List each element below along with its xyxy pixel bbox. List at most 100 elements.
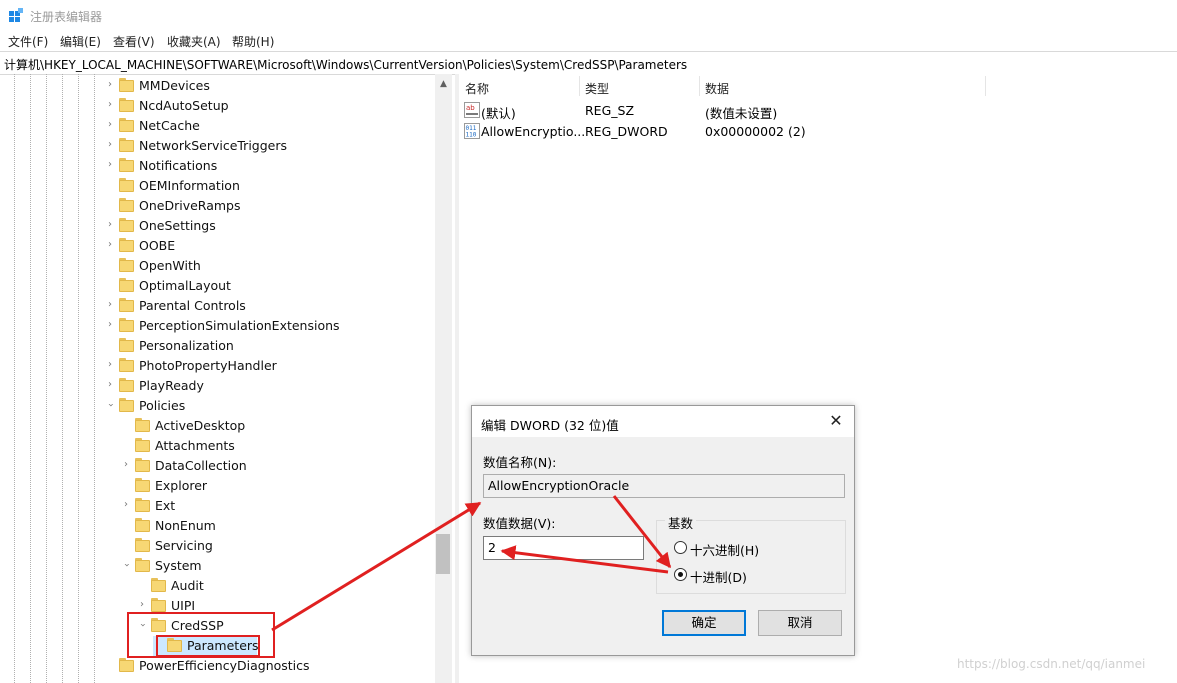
expand-arrow-icon[interactable]: ›	[105, 140, 115, 150]
folder-icon	[119, 358, 134, 372]
window-title: 注册表编辑器	[30, 10, 103, 24]
expand-arrow-icon[interactable]: ›	[121, 460, 131, 470]
column-divider[interactable]	[985, 76, 986, 96]
edit-dword-dialog[interactable]: 编辑 DWORD (32 位)值 ✕ 数值名称(N): AllowEncrypt…	[471, 405, 855, 656]
folder-icon	[119, 298, 134, 312]
tree-node-label: OneDriveRamps	[139, 198, 241, 213]
folder-icon	[119, 378, 134, 392]
regedit-app-icon	[9, 8, 23, 22]
address-path[interactable]: 计算机\HKEY_LOCAL_MACHINE\SOFTWARE\Microsof…	[4, 56, 687, 73]
folder-icon	[119, 98, 134, 112]
tree-node-label: NetworkServiceTriggers	[139, 138, 288, 153]
menu-file[interactable]: 文件(F)	[8, 33, 48, 50]
menu-help[interactable]: 帮助(H)	[232, 33, 274, 50]
hex-radio[interactable]	[674, 541, 687, 554]
expand-arrow-icon[interactable]: ›	[105, 220, 115, 230]
folder-icon	[151, 598, 166, 612]
dec-radio-label[interactable]: 十进制(D)	[690, 567, 747, 586]
dec-radio[interactable]	[674, 568, 687, 581]
expand-arrow-icon[interactable]: ›	[105, 360, 115, 370]
folder-icon	[135, 478, 150, 492]
tree-node-label: Notifications	[139, 158, 218, 173]
tree-node-label: PlayReady	[139, 378, 204, 393]
tree-node-label: System	[155, 558, 202, 573]
collapse-arrow-icon[interactable]: ›	[121, 560, 132, 570]
tree-guide-line	[94, 74, 95, 683]
folder-icon	[135, 518, 150, 532]
menu-view[interactable]: 查看(V)	[113, 33, 155, 50]
column-header-name[interactable]: 名称	[459, 74, 579, 98]
expand-arrow-icon[interactable]: ›	[105, 380, 115, 390]
value-name: AllowEncryptio...	[481, 124, 586, 139]
scroll-up-icon[interactable]: ▲	[435, 78, 452, 90]
dialog-title-bar[interactable]: 编辑 DWORD (32 位)值 ✕	[472, 406, 854, 437]
tree-node-label: Personalization	[139, 338, 234, 353]
folder-icon	[119, 238, 134, 252]
value-name: (默认)	[481, 106, 516, 121]
tree-node-label: PhotoPropertyHandler	[139, 358, 277, 373]
folder-icon	[135, 418, 150, 432]
tree-node-label: OOBE	[139, 238, 176, 253]
tree-node-label: OEMInformation	[139, 178, 240, 193]
tree-guide-line	[46, 74, 47, 683]
folder-icon	[119, 258, 134, 272]
expand-arrow-icon[interactable]: ›	[105, 160, 115, 170]
column-header-type[interactable]: 类型	[579, 74, 699, 98]
folder-icon	[135, 538, 150, 552]
tree-node-label: Attachments	[155, 438, 235, 453]
cancel-button[interactable]: 取消	[758, 610, 842, 636]
ok-button[interactable]: 确定	[662, 610, 746, 636]
tree-node-label: NcdAutoSetup	[139, 98, 229, 113]
expand-arrow-icon[interactable]: ›	[105, 80, 115, 90]
tree-guide-line	[78, 74, 79, 683]
tree-node-label: Ext	[155, 498, 176, 513]
value-data-field[interactable]: 2	[483, 536, 644, 560]
binary-value-icon: 011 110	[464, 123, 480, 139]
menu-edit[interactable]: 编辑(E)	[60, 33, 101, 50]
expand-arrow-icon[interactable]: ›	[121, 500, 131, 510]
folder-icon	[151, 578, 166, 592]
value-type: REG_DWORD	[585, 124, 668, 139]
tree-node-label: OneSettings	[139, 218, 216, 233]
tree-guide-line	[62, 74, 63, 683]
tree-scrollbar[interactable]: ▲	[435, 74, 452, 683]
value-name-field[interactable]: AllowEncryptionOracle	[483, 474, 845, 498]
tree-node-label: OpenWith	[139, 258, 201, 273]
menu-favorites[interactable]: 收藏夹(A)	[167, 33, 221, 50]
expand-arrow-icon[interactable]: ›	[105, 120, 115, 130]
scroll-thumb[interactable]	[436, 534, 450, 574]
folder-icon	[135, 558, 150, 572]
tree-node-label: NonEnum	[155, 518, 216, 533]
key-tree[interactable]: › MMDevices › NcdAutoSetup › NetCache › …	[0, 74, 454, 683]
value-row[interactable]: ab (默认) REG_SZ (数值未设置)	[459, 100, 1177, 121]
expand-arrow-icon[interactable]: ›	[105, 320, 115, 330]
folder-icon	[119, 178, 134, 192]
expand-arrow-icon[interactable]: ›	[105, 100, 115, 110]
column-header-data[interactable]: 数据	[699, 74, 985, 98]
folder-icon	[119, 398, 134, 412]
tree-node-label: UIPI	[171, 598, 196, 613]
hex-radio-label[interactable]: 十六进制(H)	[690, 540, 759, 559]
expand-arrow-icon[interactable]: ›	[137, 600, 147, 610]
tree-node-label: Servicing	[155, 538, 213, 553]
value-data-label: 数值数据(V):	[483, 516, 556, 531]
tree-node-label: Parental Controls	[139, 298, 246, 313]
tree-node-label: NetCache	[139, 118, 200, 133]
tree-node-label: OptimalLayout	[139, 278, 231, 293]
folder-icon	[119, 118, 134, 132]
value-row[interactable]: 011 110 AllowEncryptio... REG_DWORD 0x00…	[459, 121, 1177, 141]
address-bar[interactable]: 计算机\HKEY_LOCAL_MACHINE\SOFTWARE\Microsof…	[0, 51, 1177, 75]
folder-icon	[119, 318, 134, 332]
value-type: REG_SZ	[585, 103, 635, 118]
folder-icon	[119, 218, 134, 232]
expand-arrow-icon[interactable]: ›	[105, 240, 115, 250]
folder-icon	[119, 138, 134, 152]
collapse-arrow-icon[interactable]: ›	[105, 400, 116, 410]
close-icon[interactable]: ✕	[828, 413, 844, 429]
folder-icon	[119, 338, 134, 352]
tree-guide-line	[30, 74, 31, 683]
value-data: 0x00000002 (2)	[705, 124, 806, 139]
value-data: (数值未设置)	[705, 106, 778, 121]
highlight-parameters	[156, 635, 260, 657]
expand-arrow-icon[interactable]: ›	[105, 300, 115, 310]
